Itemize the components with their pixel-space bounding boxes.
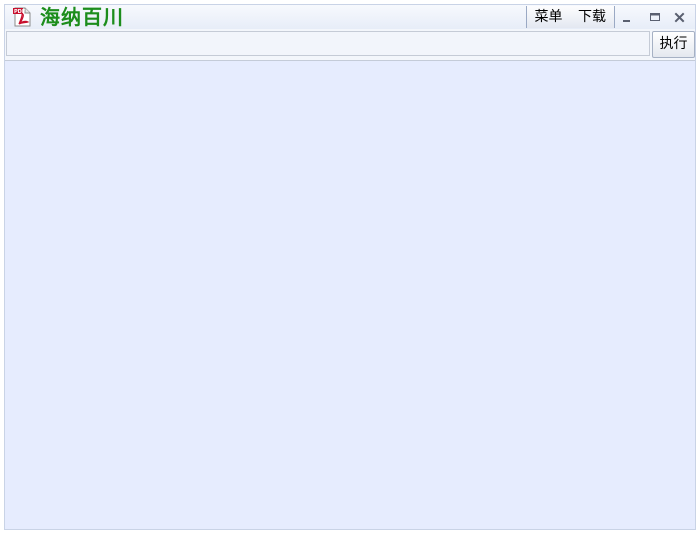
execute-button[interactable]: 执行 xyxy=(652,31,695,58)
download-button[interactable]: 下载 xyxy=(570,6,615,28)
app-window: PDF 海纳百川 菜单 下载 执行 xyxy=(4,4,696,530)
close-icon[interactable] xyxy=(672,10,688,24)
minimize-icon[interactable] xyxy=(619,10,635,24)
app-title: 海纳百川 xyxy=(40,5,124,29)
title-bar[interactable]: PDF 海纳百川 菜单 下载 xyxy=(5,5,695,29)
maximize-icon[interactable] xyxy=(647,10,663,24)
pdf-document-icon: PDF xyxy=(13,7,32,27)
menu-button[interactable]: 菜单 xyxy=(526,6,571,28)
content-area xyxy=(5,60,695,529)
command-input[interactable] xyxy=(6,31,650,56)
